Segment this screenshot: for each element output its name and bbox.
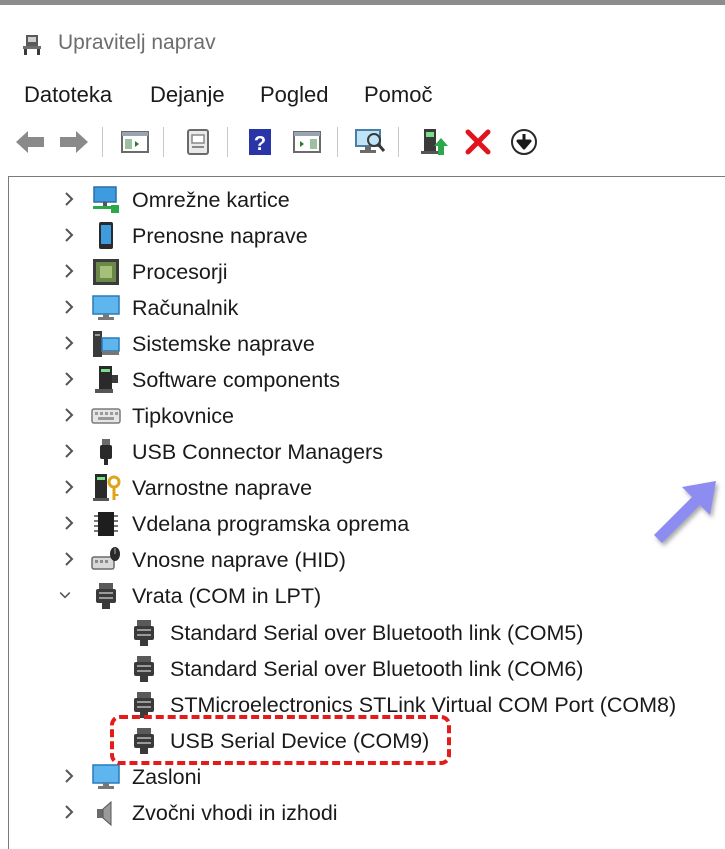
chevron-right-icon[interactable] [61,261,77,281]
console-tree-button[interactable] [117,124,153,160]
disable-device-button[interactable] [506,124,542,160]
device-manager-icon [23,35,41,55]
toolbar-separator [227,127,228,157]
back-arrow-icon [16,131,44,153]
toolbar-separator [102,127,103,157]
tree-item-keyboards[interactable]: Tipkovnice [9,398,709,434]
toolbar-separator [398,127,399,157]
update-driver-icon [421,129,448,155]
update-driver-button[interactable] [415,124,451,160]
help-icon: ? [249,129,271,155]
scan-hardware-button[interactable] [352,124,388,160]
tree-item-label: Vrata (COM in LPT) [132,584,322,608]
firmware-icon [94,512,118,536]
tree-item-label: Software components [132,368,340,392]
action-pane-icon [293,131,321,153]
toolbar-separator [337,127,338,157]
chevron-right-icon[interactable] [61,225,77,245]
tree-item-firmware[interactable]: Vdelana programska oprema [9,506,709,542]
tree-item-audio-inputs-outputs[interactable]: Zvočni vhodi in izhodi [9,795,709,831]
speaker-icon [97,800,112,827]
hid-icon [91,547,120,570]
chevron-right-icon[interactable] [61,766,77,786]
port-icon [96,583,116,609]
tree-item-system-devices[interactable]: Sistemske naprave [9,326,709,362]
chevron-right-icon[interactable] [61,477,77,497]
action-pane-button[interactable] [289,124,325,160]
tree-item-label: Zasloni [132,765,202,789]
tree-item-network-adapters[interactable]: Omrežne kartice [9,182,709,218]
menu-action[interactable]: Dejanje [150,82,225,108]
scan-hardware-icon [355,129,386,153]
tree-item-label: Sistemske naprave [132,332,315,356]
keyboard-icon [91,408,121,424]
monitor-icon [92,764,120,789]
pointer-arrow-icon [654,481,716,543]
tree-item-portable-devices[interactable]: Prenosne naprave [9,218,709,254]
serial-port-icon [134,656,154,682]
tree-item-usb-connector-managers[interactable]: USB Connector Managers [9,434,709,470]
tree-item-label: Varnostne naprave [132,476,313,500]
uninstall-device-button[interactable] [460,124,496,160]
tree-item-security-devices[interactable]: Varnostne naprave [9,470,709,506]
tree-item-label: Vdelana programska oprema [132,512,410,536]
help-button[interactable]: ? [242,124,278,160]
portable-device-icon [99,222,113,249]
software-component-icon [95,366,118,393]
processor-icon [93,259,119,285]
chevron-right-icon[interactable] [61,513,77,533]
tree-item-label: Procesorji [132,260,228,284]
menu-view[interactable]: Pogled [260,82,329,108]
tree-item-label: Standard Serial over Bluetooth link (COM… [170,657,584,681]
properties-icon [187,129,209,155]
tree-item-label: Omrežne kartice [132,188,290,212]
system-devices-icon [93,331,120,357]
serial-port-icon [134,620,154,646]
title-bar: Upravitelj naprav [0,5,725,73]
menu-file[interactable]: Datoteka [24,82,112,108]
usb-connector-icon [100,439,112,465]
menu-help[interactable]: Pomoč [364,82,432,108]
tree-item-label: Prenosne naprave [132,224,308,248]
chevron-right-icon[interactable] [61,802,77,822]
tree-item-label: Računalnik [132,296,239,320]
chevron-right-icon[interactable] [61,549,77,569]
tree-item-label: Standard Serial over Bluetooth link (COM… [170,621,584,645]
menu-bar: Datoteka Dejanje Pogled Pomoč [0,73,725,117]
tree-child-port-com5[interactable]: Standard Serial over Bluetooth link (COM… [9,615,709,651]
tree-item-label: Zvočni vhodi in izhodi [132,801,338,825]
tree-item-hid[interactable]: Vnosne naprave (HID) [9,542,709,578]
tree-child-port-com6[interactable]: Standard Serial over Bluetooth link (COM… [9,651,709,687]
show-hide-console-tree-icon [121,131,149,153]
back-button[interactable] [12,124,48,160]
disable-device-icon [511,129,537,155]
chevron-down-icon[interactable] [57,585,73,605]
uninstall-device-icon [465,129,491,155]
chevron-right-icon[interactable] [61,189,77,209]
forward-arrow-icon [60,131,88,153]
tree-item-processors[interactable]: Procesorji [9,254,709,290]
toolbar: ? [0,117,725,167]
chevron-right-icon[interactable] [61,441,77,461]
chevron-right-icon[interactable] [61,405,77,425]
tree-item-computer[interactable]: Računalnik [9,290,709,326]
tree-item-software-components[interactable]: Software components [9,362,709,398]
svg-text:?: ? [254,133,266,155]
chevron-right-icon[interactable] [61,333,77,353]
tree-item-label: Vnosne naprave (HID) [132,548,346,572]
security-device-icon [93,474,121,501]
window-title: Upravitelj naprav [58,31,216,54]
chevron-right-icon[interactable] [61,369,77,389]
network-adapter-icon [93,186,119,213]
computer-icon [92,295,120,320]
chevron-right-icon[interactable] [61,297,77,317]
properties-button[interactable] [180,124,216,160]
forward-button[interactable] [56,124,92,160]
highlight-box [110,715,451,765]
tree-item-ports[interactable]: Vrata (COM in LPT) [9,578,709,614]
toolbar-separator [163,127,164,157]
tree-item-label: USB Connector Managers [132,440,383,464]
tree-item-label: Tipkovnice [132,404,234,428]
